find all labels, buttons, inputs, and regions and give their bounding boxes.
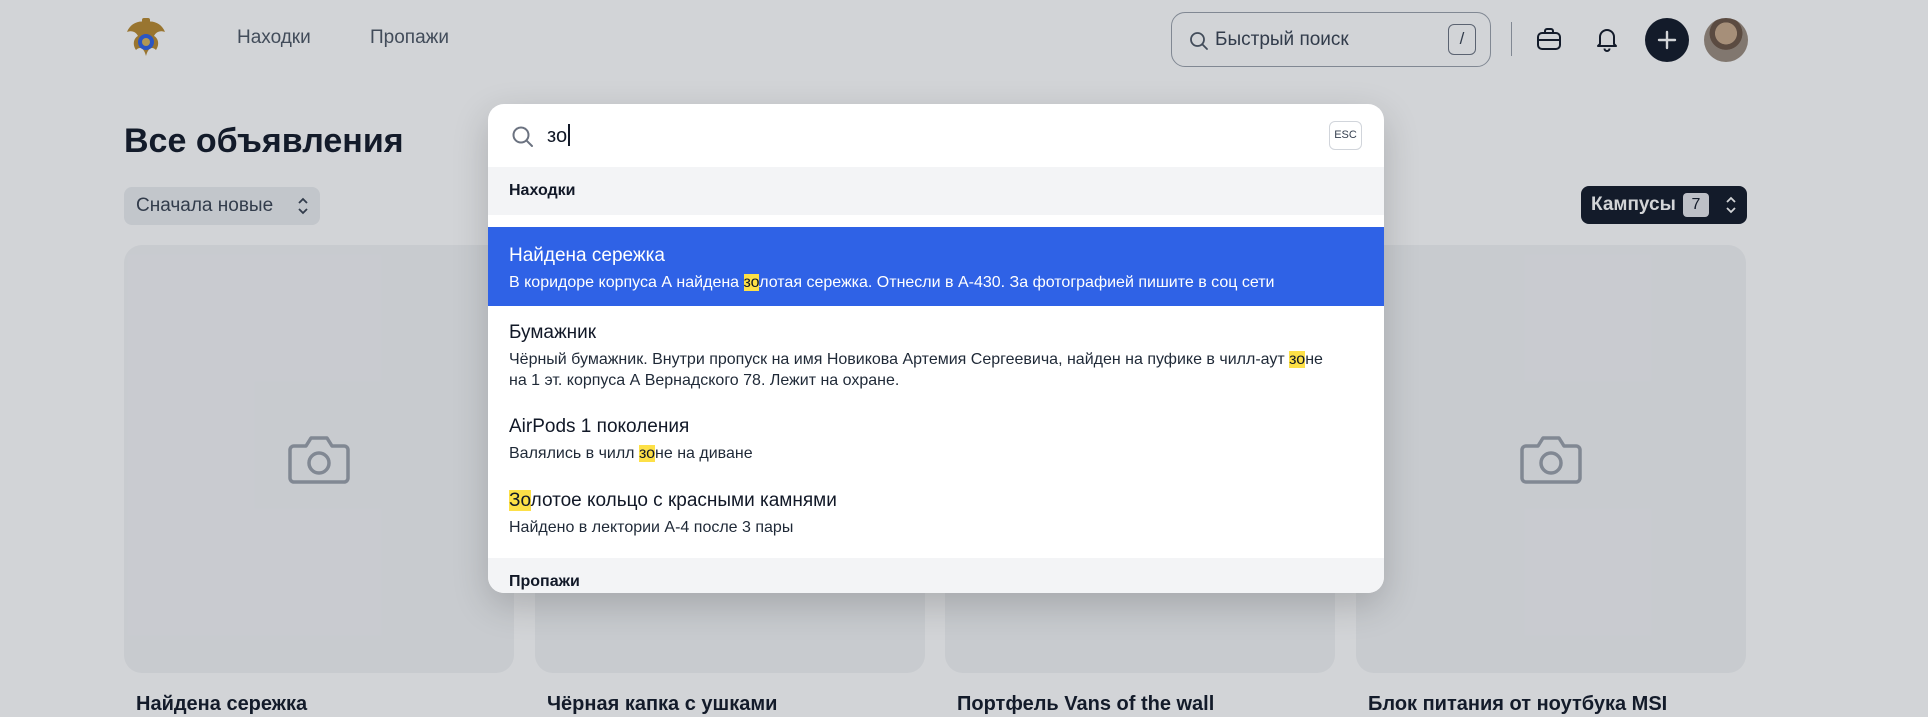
result-title: Бумажник [509, 322, 597, 343]
desc-text: Чёрный бумажник. Внутри пропуск на имя Н… [509, 351, 1290, 368]
result-title: Золотое кольцо с красными камнями [509, 490, 1344, 512]
match-highlight: зо [1289, 351, 1306, 368]
search-query-value: зо [547, 125, 568, 147]
search-result-item[interactable]: AirPods 1 поколения Валялись в чилл зоне… [488, 402, 1384, 476]
desc-text: В коридоре корпуса А найдена [509, 274, 744, 291]
search-result-item[interactable]: Найдена сережка В коридоре корпуса А най… [488, 227, 1384, 306]
result-description: Чёрный бумажник. Внутри пропуск на имя Н… [509, 349, 1344, 391]
esc-key-button[interactable]: ESC [1329, 121, 1362, 150]
desc-text: не на диване [655, 445, 753, 462]
match-highlight: зо [638, 445, 656, 462]
title-text: лотое кольцо с красными камнями [530, 490, 837, 511]
match-highlight: Зо [509, 490, 531, 511]
section-heading-finds: Находки [488, 167, 1384, 215]
result-title: AirPods 1 поколения [509, 416, 690, 437]
search-query-text: зо [547, 124, 570, 148]
search-result-item[interactable]: Бумажник Чёрный бумажник. Внутри пропуск… [488, 306, 1384, 402]
result-title: Найдена сережка [509, 245, 665, 266]
search-result-item[interactable]: Золотое кольцо с красными камнями Найден… [488, 476, 1384, 558]
desc-text: Валялись в чилл [509, 445, 639, 462]
search-modal: зо ESC Находки Найдена сережка В коридор… [488, 104, 1384, 593]
match-highlight: зо [743, 274, 760, 291]
search-modal-input[interactable]: зо ESC [488, 104, 1384, 167]
result-description: Найдено в лектории А-4 после 3 пары [509, 519, 794, 536]
section-heading-losses: Пропажи [488, 558, 1384, 593]
search-icon [512, 126, 533, 147]
result-description: Валялись в чилл зоне на диване [509, 443, 1344, 464]
text-caret [568, 124, 570, 146]
result-description: В коридоре корпуса А найдена золотая сер… [509, 272, 1344, 293]
desc-text: лотая сережка. Отнесли в А-430. За фотог… [759, 274, 1275, 291]
